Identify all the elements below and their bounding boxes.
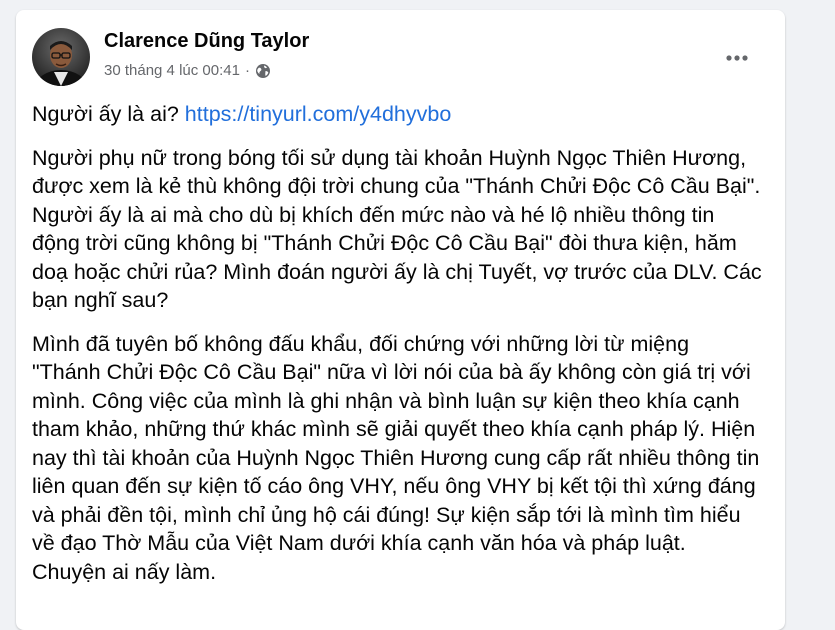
avatar[interactable] [32,28,90,86]
author-name[interactable]: Clarence Dũng Taylor [104,30,309,53]
post-paragraph-3: Mình đã tuyên bố không đấu khẩu, đối chứ… [32,331,760,584]
post-paragraph-2: Người phụ nữ trong bóng tối sử dụng tài … [32,145,762,313]
post-question: Người ấy là ai? [32,102,179,126]
meta-separator: · [244,62,250,79]
post-body: Người ấy là ai? https://tinyurl.com/y4dh… [32,100,762,601]
post-timestamp[interactable]: 30 tháng 4 lúc 00:41 [104,62,240,79]
post-link[interactable]: https://tinyurl.com/y4dhyvbo [185,102,451,126]
post-card: Clarence Dũng Taylor 30 tháng 4 lúc 00:4… [16,10,785,630]
more-options-icon[interactable] [719,40,755,76]
avatar-image [32,28,90,86]
globe-icon[interactable] [255,63,271,79]
post-paragraph-1: Người ấy là ai? https://tinyurl.com/y4dh… [32,100,762,129]
post-meta: 30 tháng 4 lúc 00:41 · [104,62,271,79]
post-header: Clarence Dũng Taylor 30 tháng 4 lúc 00:4… [32,26,769,90]
